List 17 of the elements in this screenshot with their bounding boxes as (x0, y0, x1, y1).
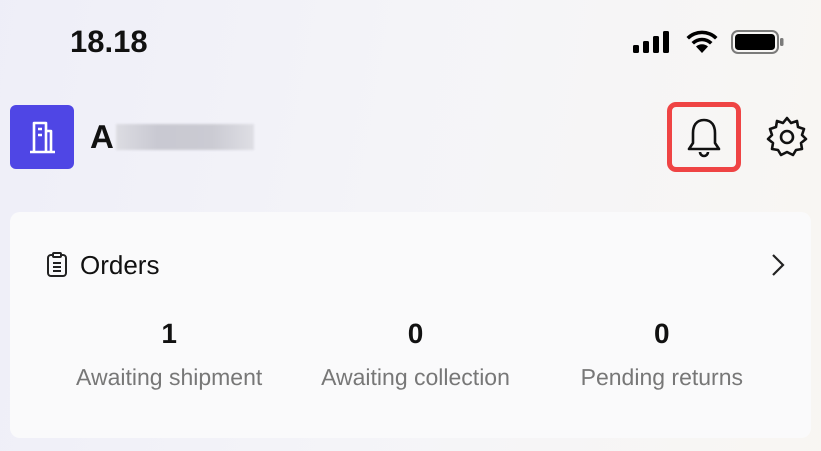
order-count[interactable]: 0 (654, 318, 670, 350)
order-count[interactable]: 1 (161, 318, 177, 350)
order-status-label[interactable]: Pending returns (580, 364, 744, 391)
battery-icon (731, 30, 785, 54)
settings-icon (765, 115, 809, 159)
settings-button[interactable] (765, 115, 809, 159)
chevron-right-icon[interactable] (771, 253, 785, 277)
orders-title: Orders (80, 250, 160, 280)
order-status-label[interactable]: Awaiting collection (321, 364, 510, 391)
order-status-label[interactable]: Awaiting shipment (76, 364, 262, 391)
order-count[interactable]: 0 (408, 318, 424, 350)
shop-avatar[interactable] (10, 105, 74, 169)
shop-name: A (90, 118, 114, 156)
notification-button[interactable] (667, 102, 741, 172)
status-time: 18.18 (70, 24, 148, 60)
clipboard-icon (46, 252, 68, 278)
wifi-icon (685, 30, 719, 54)
